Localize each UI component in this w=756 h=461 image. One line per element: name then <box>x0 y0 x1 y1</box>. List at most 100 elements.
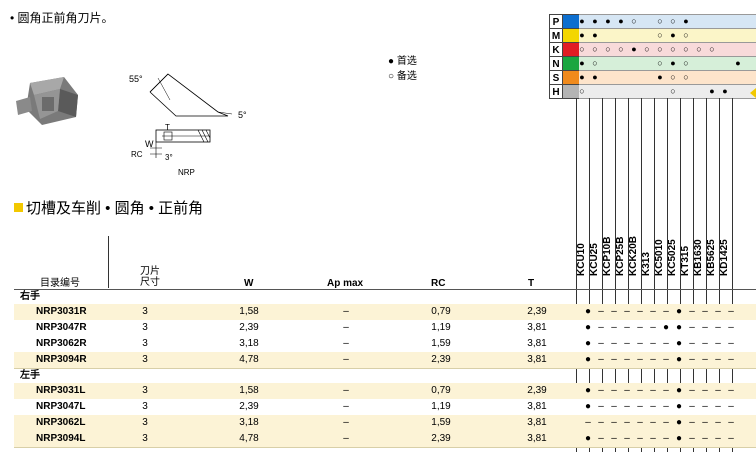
grade-cell: – <box>611 306 617 317</box>
cell-w: 4,78 <box>239 354 259 365</box>
grade-cell: – <box>728 338 734 349</box>
grade-cell: – <box>689 322 695 333</box>
grade-cell: – <box>637 338 643 349</box>
material-row-m: M ● ● ○ ● ○ <box>549 28 756 43</box>
cell-size: 3 <box>142 401 148 412</box>
grade-cell: – <box>637 417 643 428</box>
material-mark: ○ <box>579 44 585 54</box>
grade-cell: – <box>637 401 643 412</box>
grade-label-text: KCU25 <box>589 243 600 276</box>
section-label: 左手 <box>20 370 40 381</box>
header-rc: RC <box>431 278 446 289</box>
material-mark: ● <box>670 58 676 68</box>
cell-t: 3,81 <box>527 354 547 365</box>
grade-cell: ● <box>675 338 683 349</box>
grade-cell: – <box>702 433 708 444</box>
grade-cell: – <box>598 322 604 333</box>
grade-label: KB5625 <box>706 226 718 288</box>
grade-cell: – <box>689 338 695 349</box>
grade-label: KCU25 <box>589 226 601 288</box>
grade-cell: – <box>598 354 604 365</box>
grade-cell: ● <box>675 354 683 365</box>
cell-w: 3,18 <box>239 338 259 349</box>
grade-label: KC5010 <box>654 226 666 288</box>
grade-cell: – <box>715 385 721 396</box>
grade-cell: – <box>702 417 708 428</box>
grade-cell: – <box>611 385 617 396</box>
material-mark <box>719 56 731 71</box>
grade-cell: – <box>624 401 630 412</box>
legend-alternative: ○ 备选 <box>388 71 417 82</box>
grade-label: KC5025 <box>667 226 679 288</box>
material-mark: ● <box>579 72 585 82</box>
grade-cell: ● <box>662 322 670 333</box>
grade-label-text: KB1630 <box>693 239 704 276</box>
material-mark: ● <box>683 16 689 26</box>
header-size-line2: 尺寸 <box>140 277 160 288</box>
cell-t: 3,81 <box>527 338 547 349</box>
grade-cell: – <box>715 338 721 349</box>
material-mark <box>693 70 705 85</box>
grade-label-text: KCP10B <box>602 236 613 276</box>
grade-cell: – <box>715 433 721 444</box>
table-row: NRP3062L 3 3,18–1,59 3,81– – – – – – – ● – – – – <box>14 415 756 431</box>
grade-cell: – <box>585 417 591 428</box>
grade-cell: – <box>689 385 695 396</box>
row-divider <box>14 447 756 448</box>
cell-t: 3,81 <box>527 322 547 333</box>
cell-rc: 1,19 <box>431 322 451 333</box>
grade-cell: – <box>689 401 695 412</box>
table-row: NRP3094L 3 4,78–2,39 3,81 ● – – – – – – ● – – – – <box>14 431 756 447</box>
grade-cell: – <box>663 385 669 396</box>
material-mark: ○ <box>657 30 663 40</box>
material-mark: ○ <box>631 16 637 26</box>
grade-cell: ● <box>584 433 592 444</box>
material-row-k: K ○ ○ ○ ○ ● ○ ○ ○ ○ ○ ○ <box>549 42 756 57</box>
material-mark <box>732 70 744 85</box>
material-mark <box>602 28 614 43</box>
grade-label-text: KC5010 <box>654 239 665 276</box>
grade-label-text: KCP25B <box>615 236 626 276</box>
technical-drawing <box>149 73 233 158</box>
cell-rc: 2,39 <box>431 354 451 365</box>
material-mark: ● <box>735 58 741 68</box>
material-key: K <box>549 42 563 57</box>
header-t: T <box>528 278 535 289</box>
material-mark: ○ <box>618 44 624 54</box>
table-row: NRP3031L 3 1,58–0,79 2,39 ● – – – – – – ● – – – – <box>14 383 756 399</box>
side-tab-icon <box>750 88 756 98</box>
material-key: M <box>549 28 563 43</box>
grade-cell: – <box>689 306 695 317</box>
material-mark: ● <box>722 86 728 96</box>
grade-cell: – <box>650 401 656 412</box>
grade-label: KCP25B <box>615 226 627 288</box>
cell-w: 3,18 <box>239 417 259 428</box>
grade-cell: – <box>663 417 669 428</box>
table-row: NRP3047L 3 2,39–1,19 3,81 ● – – – – – – ● – – – – <box>14 399 756 415</box>
material-mark: ○ <box>657 58 663 68</box>
grade-cell: – <box>650 354 656 365</box>
cell-size: 3 <box>142 385 148 396</box>
material-mark <box>641 28 653 43</box>
material-mark <box>615 70 627 85</box>
material-mark <box>719 70 731 85</box>
cell-ap: – <box>343 433 349 444</box>
grade-label: K313 <box>641 226 653 288</box>
grade-cell: – <box>702 322 708 333</box>
title-square-icon <box>14 203 23 212</box>
grade-label: KT315 <box>680 226 692 288</box>
grade-cell: – <box>702 354 708 365</box>
material-mark <box>680 84 692 99</box>
legend-preferred: ● 首选 <box>388 56 417 67</box>
cell-rc: 1,59 <box>431 338 451 349</box>
material-mark <box>641 70 653 85</box>
grade-cell: ● <box>675 433 683 444</box>
grade-cell: – <box>611 433 617 444</box>
material-mark <box>641 56 653 71</box>
material-mark <box>706 28 718 43</box>
cell-cat: NRP3047R <box>36 322 87 333</box>
grade-cell: – <box>598 385 604 396</box>
grade-label: KCK20B <box>628 226 640 288</box>
cell-ap: – <box>343 417 349 428</box>
grade-cell: – <box>598 433 604 444</box>
